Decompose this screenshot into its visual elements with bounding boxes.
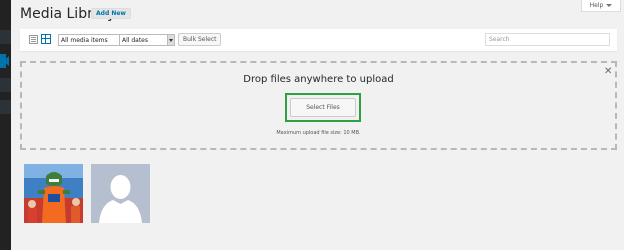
chevron-down-icon [606, 4, 613, 7]
max-upload-size: Maximum upload file size: 10 MB. [276, 130, 361, 136]
select-files-button[interactable]: Select Files [290, 98, 356, 117]
help-label: Help [589, 2, 604, 9]
media-thumbnail-placeholder[interactable] [91, 164, 150, 223]
help-tab[interactable]: Help [581, 0, 621, 12]
date-filter[interactable]: All dates [119, 34, 175, 46]
media-thumbnail-photo[interactable] [24, 164, 83, 223]
upload-drop-zone[interactable]: Drop files anywhere to upload ✕ Select F… [20, 61, 617, 150]
grid-view-icon[interactable] [41, 34, 51, 44]
select-files-highlight: Select Files [285, 93, 361, 122]
admin-menu-item[interactable] [0, 78, 11, 92]
admin-menu-item[interactable] [0, 100, 11, 114]
date-filter-value: All dates [122, 36, 149, 44]
drop-title: Drop files anywhere to upload [243, 74, 394, 85]
media-type-filter-value: All media items [61, 36, 108, 44]
image-thumbnail [24, 164, 83, 223]
chevron-down-icon [167, 35, 174, 45]
search-input[interactable]: Search [485, 33, 610, 46]
admin-menu-item[interactable] [0, 30, 11, 44]
add-new-button[interactable]: Add New [91, 8, 131, 19]
close-icon[interactable]: ✕ [604, 67, 612, 77]
person-silhouette-icon [91, 164, 150, 223]
active-menu-arrow-icon [3, 56, 9, 66]
media-toolbar: All media items All dates Bulk Select Se… [20, 29, 617, 51]
bulk-select-button[interactable]: Bulk Select [178, 33, 222, 46]
list-view-icon[interactable] [29, 35, 38, 44]
admin-sidebar-edge [0, 0, 11, 250]
